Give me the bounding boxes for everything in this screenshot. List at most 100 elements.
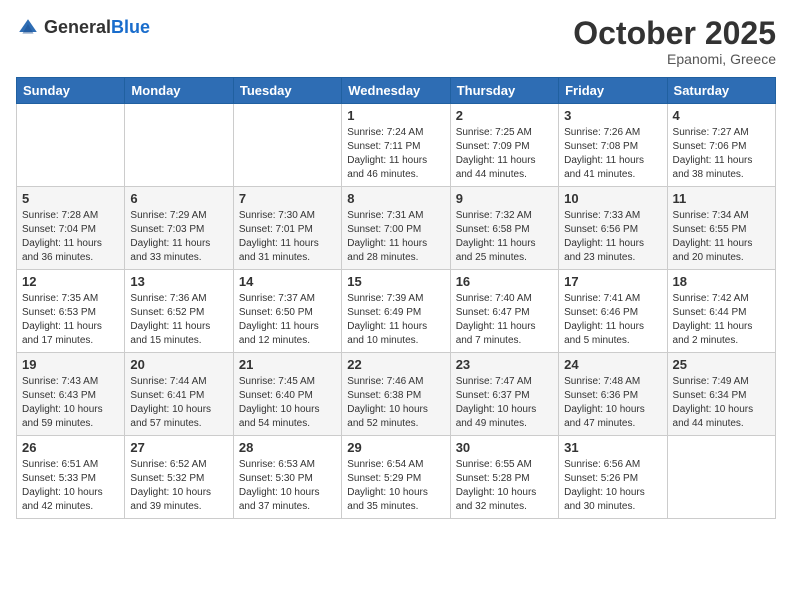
day-number: 7 <box>239 191 336 206</box>
calendar-cell: 8 Sunrise: 7:31 AM Sunset: 7:00 PM Daylig… <box>342 187 450 270</box>
cell-content: Sunrise: 7:47 AM Sunset: 6:37 PM Dayligh… <box>456 375 553 431</box>
weekday-header-monday: Monday <box>125 78 233 104</box>
day-number: 2 <box>456 108 553 123</box>
calendar-cell: 31 Sunrise: 6:56 AM Sunset: 5:26 PM Dayli… <box>559 436 667 519</box>
calendar-cell: 5Sunrise: 7:28 AM Sunset: 7:04 PM Daylig… <box>17 187 125 270</box>
cell-content: Sunrise: 7:32 AM Sunset: 6:58 PM Dayligh… <box>456 209 553 265</box>
week-row-2: 5Sunrise: 7:28 AM Sunset: 7:04 PM Daylig… <box>17 187 776 270</box>
day-number: 11 <box>673 191 770 206</box>
day-number: 27 <box>130 440 227 455</box>
day-number: 6 <box>130 191 227 206</box>
cell-content: Sunrise: 7:34 AM Sunset: 6:55 PM Dayligh… <box>673 209 770 265</box>
cell-content: Sunrise: 7:30 AM Sunset: 7:01 PM Dayligh… <box>239 209 336 265</box>
calendar-cell: 1 Sunrise: 7:24 AM Sunset: 7:11 PM Daylig… <box>342 104 450 187</box>
cell-content: Sunrise: 7:42 AM Sunset: 6:44 PM Dayligh… <box>673 292 770 348</box>
day-number: 23 <box>456 357 553 372</box>
calendar-cell: 24 Sunrise: 7:48 AM Sunset: 6:36 PM Dayli… <box>559 353 667 436</box>
day-number: 28 <box>239 440 336 455</box>
logo: GeneralBlue <box>16 16 150 40</box>
cell-content: Sunrise: 7:37 AM Sunset: 6:50 PM Dayligh… <box>239 292 336 348</box>
calendar-cell: 6 Sunrise: 7:29 AM Sunset: 7:03 PM Daylig… <box>125 187 233 270</box>
day-number: 10 <box>564 191 661 206</box>
cell-content: Sunrise: 7:31 AM Sunset: 7:00 PM Dayligh… <box>347 209 444 265</box>
cell-content: Sunrise: 7:28 AM Sunset: 7:04 PM Dayligh… <box>22 209 119 265</box>
calendar: SundayMondayTuesdayWednesdayThursdayFrid… <box>16 77 776 519</box>
calendar-cell: 9 Sunrise: 7:32 AM Sunset: 6:58 PM Daylig… <box>450 187 558 270</box>
day-number: 3 <box>564 108 661 123</box>
day-number: 29 <box>347 440 444 455</box>
cell-content: Sunrise: 7:25 AM Sunset: 7:09 PM Dayligh… <box>456 126 553 182</box>
day-number: 21 <box>239 357 336 372</box>
day-number: 31 <box>564 440 661 455</box>
cell-content: Sunrise: 7:46 AM Sunset: 6:38 PM Dayligh… <box>347 375 444 431</box>
month-title: October 2025 <box>573 16 776 51</box>
cell-content: Sunrise: 6:55 AM Sunset: 5:28 PM Dayligh… <box>456 458 553 514</box>
calendar-cell: 15 Sunrise: 7:39 AM Sunset: 6:49 PM Dayli… <box>342 270 450 353</box>
cell-content: Sunrise: 6:53 AM Sunset: 5:30 PM Dayligh… <box>239 458 336 514</box>
logo-text-blue: Blue <box>111 17 150 37</box>
day-number: 13 <box>130 274 227 289</box>
cell-content: Sunrise: 6:54 AM Sunset: 5:29 PM Dayligh… <box>347 458 444 514</box>
day-number: 22 <box>347 357 444 372</box>
subtitle: Epanomi, Greece <box>573 51 776 67</box>
cell-content: Sunrise: 7:40 AM Sunset: 6:47 PM Dayligh… <box>456 292 553 348</box>
day-number: 9 <box>456 191 553 206</box>
calendar-cell: 7 Sunrise: 7:30 AM Sunset: 7:01 PM Daylig… <box>233 187 341 270</box>
calendar-cell: 4Sunrise: 7:27 AM Sunset: 7:06 PM Daylig… <box>667 104 775 187</box>
calendar-cell: 14 Sunrise: 7:37 AM Sunset: 6:50 PM Dayli… <box>233 270 341 353</box>
cell-content: Sunrise: 6:56 AM Sunset: 5:26 PM Dayligh… <box>564 458 661 514</box>
logo-icon <box>16 16 40 40</box>
cell-content: Sunrise: 7:43 AM Sunset: 6:43 PM Dayligh… <box>22 375 119 431</box>
weekday-header-friday: Friday <box>559 78 667 104</box>
day-number: 8 <box>347 191 444 206</box>
calendar-cell: 20 Sunrise: 7:44 AM Sunset: 6:41 PM Dayli… <box>125 353 233 436</box>
cell-content: Sunrise: 7:39 AM Sunset: 6:49 PM Dayligh… <box>347 292 444 348</box>
day-number: 24 <box>564 357 661 372</box>
day-number: 1 <box>347 108 444 123</box>
weekday-header-row: SundayMondayTuesdayWednesdayThursdayFrid… <box>17 78 776 104</box>
calendar-cell: 2 Sunrise: 7:25 AM Sunset: 7:09 PM Daylig… <box>450 104 558 187</box>
calendar-cell: 26 Sunrise: 6:51 AM Sunset: 5:33 PM Dayli… <box>17 436 125 519</box>
week-row-1: 1 Sunrise: 7:24 AM Sunset: 7:11 PM Daylig… <box>17 104 776 187</box>
calendar-cell: 22 Sunrise: 7:46 AM Sunset: 6:38 PM Dayli… <box>342 353 450 436</box>
calendar-cell <box>233 104 341 187</box>
week-row-5: 26 Sunrise: 6:51 AM Sunset: 5:33 PM Dayli… <box>17 436 776 519</box>
calendar-cell <box>17 104 125 187</box>
calendar-cell: 18 Sunrise: 7:42 AM Sunset: 6:44 PM Dayli… <box>667 270 775 353</box>
day-number: 17 <box>564 274 661 289</box>
calendar-cell: 27 Sunrise: 6:52 AM Sunset: 5:32 PM Dayli… <box>125 436 233 519</box>
day-number: 26 <box>22 440 119 455</box>
cell-content: Sunrise: 7:27 AM Sunset: 7:06 PM Dayligh… <box>673 126 770 182</box>
day-number: 16 <box>456 274 553 289</box>
calendar-cell: 21Sunrise: 7:45 AM Sunset: 6:40 PM Dayli… <box>233 353 341 436</box>
day-number: 12 <box>22 274 119 289</box>
weekday-header-tuesday: Tuesday <box>233 78 341 104</box>
cell-content: Sunrise: 7:41 AM Sunset: 6:46 PM Dayligh… <box>564 292 661 348</box>
day-number: 15 <box>347 274 444 289</box>
calendar-cell: 13Sunrise: 7:36 AM Sunset: 6:52 PM Dayli… <box>125 270 233 353</box>
calendar-cell: 10 Sunrise: 7:33 AM Sunset: 6:56 PM Dayli… <box>559 187 667 270</box>
cell-content: Sunrise: 7:29 AM Sunset: 7:03 PM Dayligh… <box>130 209 227 265</box>
day-number: 20 <box>130 357 227 372</box>
cell-content: Sunrise: 6:51 AM Sunset: 5:33 PM Dayligh… <box>22 458 119 514</box>
cell-content: Sunrise: 7:24 AM Sunset: 7:11 PM Dayligh… <box>347 126 444 182</box>
cell-content: Sunrise: 7:44 AM Sunset: 6:41 PM Dayligh… <box>130 375 227 431</box>
day-number: 14 <box>239 274 336 289</box>
calendar-cell: 19Sunrise: 7:43 AM Sunset: 6:43 PM Dayli… <box>17 353 125 436</box>
cell-content: Sunrise: 6:52 AM Sunset: 5:32 PM Dayligh… <box>130 458 227 514</box>
calendar-cell: 30 Sunrise: 6:55 AM Sunset: 5:28 PM Dayli… <box>450 436 558 519</box>
calendar-cell: 12 Sunrise: 7:35 AM Sunset: 6:53 PM Dayli… <box>17 270 125 353</box>
calendar-cell: 28 Sunrise: 6:53 AM Sunset: 5:30 PM Dayli… <box>233 436 341 519</box>
day-number: 30 <box>456 440 553 455</box>
cell-content: Sunrise: 7:48 AM Sunset: 6:36 PM Dayligh… <box>564 375 661 431</box>
weekday-header-thursday: Thursday <box>450 78 558 104</box>
week-row-4: 19Sunrise: 7:43 AM Sunset: 6:43 PM Dayli… <box>17 353 776 436</box>
calendar-cell: 23 Sunrise: 7:47 AM Sunset: 6:37 PM Dayli… <box>450 353 558 436</box>
logo-text-general: General <box>44 17 111 37</box>
cell-content: Sunrise: 7:35 AM Sunset: 6:53 PM Dayligh… <box>22 292 119 348</box>
day-number: 25 <box>673 357 770 372</box>
cell-content: Sunrise: 7:33 AM Sunset: 6:56 PM Dayligh… <box>564 209 661 265</box>
cell-content: Sunrise: 7:26 AM Sunset: 7:08 PM Dayligh… <box>564 126 661 182</box>
day-number: 18 <box>673 274 770 289</box>
week-row-3: 12 Sunrise: 7:35 AM Sunset: 6:53 PM Dayli… <box>17 270 776 353</box>
